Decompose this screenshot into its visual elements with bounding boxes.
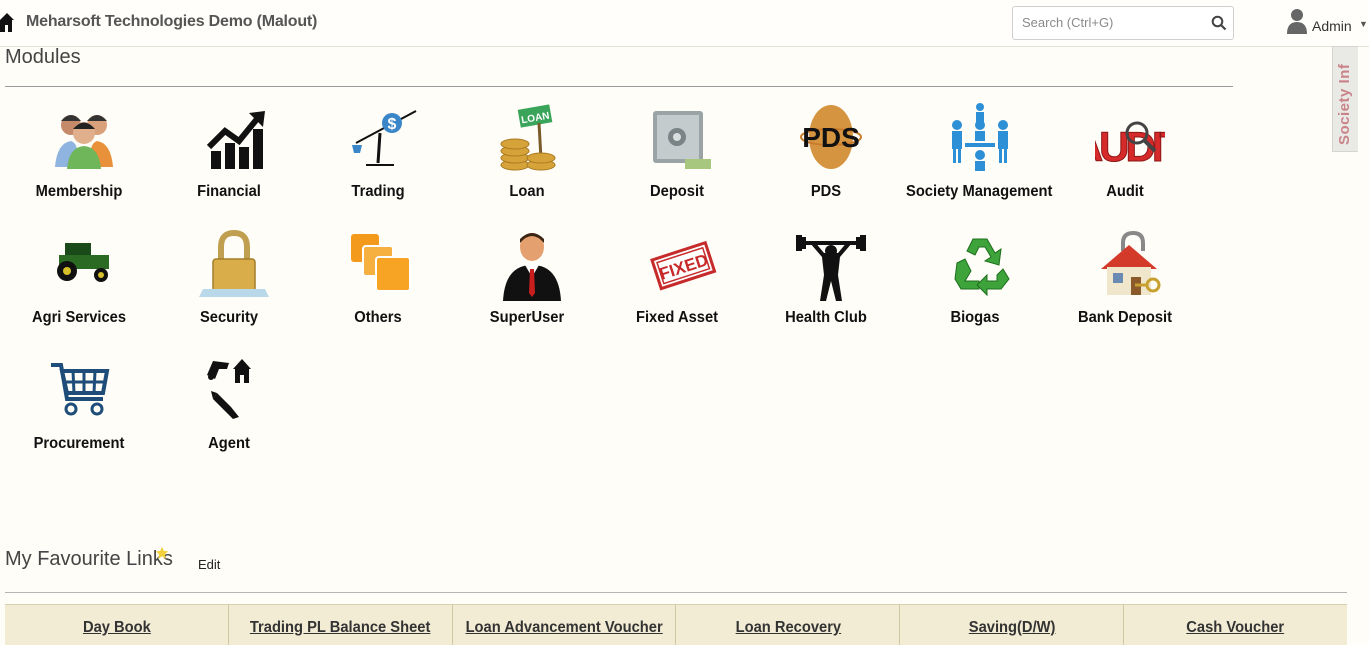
svg-text:AUDIT: AUDIT	[1095, 123, 1165, 170]
businessman-icon	[503, 233, 561, 301]
admin-label: Admin	[1312, 18, 1352, 34]
module-fixed-asset[interactable]: FIXED Fixed Asset	[602, 229, 752, 339]
module-label: SuperUser	[489, 309, 565, 326]
module-membership[interactable]: Membership	[4, 103, 154, 213]
search-input[interactable]	[1013, 7, 1212, 37]
module-agri-services[interactable]: Agri Services	[4, 229, 154, 339]
module-security[interactable]: Security	[154, 229, 304, 339]
society-info-tab[interactable]: Society Inf	[1332, 46, 1358, 152]
module-label: Agri Services	[31, 309, 127, 326]
house-key-icon	[1101, 230, 1161, 295]
favourite-cell: Loan Advancement Voucher	[453, 605, 677, 645]
module-label: Society Management	[906, 183, 1053, 200]
module-biogas[interactable]: Biogas	[900, 229, 1050, 339]
loan-coins-icon: LOAN	[500, 104, 556, 171]
society-info-label: Society Inf	[1336, 63, 1353, 145]
chevron-down-icon: ▼	[1359, 19, 1368, 29]
module-label: Membership	[35, 183, 123, 200]
favourite-link-saving-dw[interactable]: Saving(D/W)	[968, 619, 1055, 637]
weightlifter-icon	[796, 235, 866, 301]
module-label: Health Club	[785, 309, 867, 326]
module-procurement[interactable]: Procurement	[4, 355, 154, 465]
stacked-squares-icon	[351, 234, 411, 292]
module-health-club[interactable]: Health Club	[751, 229, 901, 339]
svg-text:$: $	[388, 116, 397, 133]
favourite-link-trading-pl-balance-sheet[interactable]: Trading PL Balance Sheet	[250, 619, 431, 637]
favourite-cell: Day Book	[5, 605, 229, 645]
trading-scale-icon: $	[352, 110, 417, 166]
module-label: Loan	[509, 183, 545, 200]
favourite-cell: Saving(D/W)	[900, 605, 1125, 645]
module-loan[interactable]: LOAN Loan	[452, 103, 602, 213]
padlock-icon	[199, 229, 269, 297]
module-financial[interactable]: Financial	[154, 103, 304, 213]
favourite-link-loan-advancement-voucher[interactable]: Loan Advancement Voucher	[466, 619, 663, 637]
module-society-management[interactable]: Society Management	[900, 103, 1053, 213]
shopping-cart-icon	[51, 363, 110, 416]
favourites-title: My Favourite Links	[5, 548, 173, 570]
search-box[interactable]	[1012, 6, 1234, 40]
favourite-link-day-book[interactable]: Day Book	[82, 619, 150, 637]
module-deposit[interactable]: Deposit	[602, 103, 752, 213]
agent-icon	[207, 359, 251, 419]
svg-text:PDS: PDS	[802, 122, 860, 153]
audit-icon: AUDIT	[1095, 121, 1165, 171]
edit-favourites-link[interactable]: Edit	[198, 557, 220, 572]
search-icon[interactable]	[1211, 15, 1227, 31]
module-bank-deposit[interactable]: Bank Deposit	[1050, 229, 1200, 339]
app-title[interactable]: Meharsoft Technologies Demo (Malout)	[26, 13, 317, 31]
module-label: Procurement	[33, 435, 125, 452]
module-label: Fixed Asset	[635, 309, 719, 326]
module-label: Security	[199, 309, 259, 326]
module-label: Trading	[351, 183, 405, 200]
module-audit[interactable]: AUDIT Audit	[1050, 103, 1200, 213]
favourite-cell: Cash Voucher	[1124, 605, 1347, 645]
module-label: Financial	[197, 183, 261, 200]
favourite-link-cash-voucher[interactable]: Cash Voucher	[1187, 619, 1285, 637]
module-pds[interactable]: PDS PDS	[751, 103, 901, 213]
module-label: Bank Deposit	[1077, 309, 1173, 326]
home-icon[interactable]	[0, 10, 14, 34]
tractor-icon	[57, 243, 109, 282]
module-label: Audit	[1106, 183, 1144, 200]
module-superuser[interactable]: SuperUser	[452, 229, 602, 339]
fixed-stamp-icon: FIXED	[650, 240, 717, 291]
modules-divider	[5, 86, 1233, 87]
safe-icon	[653, 111, 711, 169]
favourite-cell: Loan Recovery	[676, 605, 901, 645]
favourite-cell: Trading PL Balance Sheet	[229, 605, 453, 645]
module-label: Biogas	[950, 309, 1000, 326]
pds-icon: PDS	[800, 105, 862, 169]
module-agent[interactable]: Agent	[154, 355, 304, 465]
modules-title: Modules	[5, 46, 81, 68]
membership-icon	[55, 115, 113, 169]
module-label: Agent	[208, 435, 250, 452]
module-label: Deposit	[650, 183, 704, 200]
module-label: Others	[354, 309, 402, 326]
financial-chart-icon	[206, 111, 265, 169]
favourites-divider	[5, 592, 1347, 593]
meeting-icon	[952, 103, 1008, 171]
module-others[interactable]: Others	[303, 229, 453, 339]
module-label: PDS	[810, 183, 842, 200]
module-trading[interactable]: $ Trading	[303, 103, 453, 213]
star-icon	[155, 546, 169, 559]
top-bar: Meharsoft Technologies Demo (Malout) Adm…	[0, 0, 1369, 47]
recycle-icon	[954, 238, 1010, 297]
user-icon	[1287, 9, 1307, 34]
favourite-link-loan-recovery[interactable]: Loan Recovery	[735, 619, 841, 637]
